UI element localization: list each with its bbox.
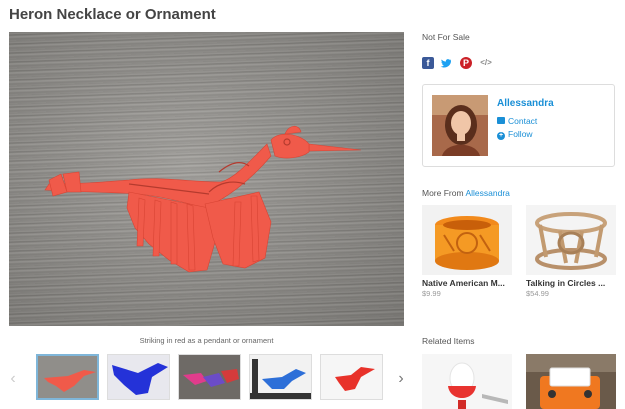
mail-icon: [497, 117, 505, 124]
thumbnail-blue-heron[interactable]: [107, 354, 170, 400]
thumbnail-next-arrow[interactable]: ›: [395, 370, 407, 388]
follow-label: Follow: [508, 129, 533, 139]
page-title: Heron Necklace or Ornament: [9, 6, 216, 23]
thumbnail-image: [38, 356, 97, 398]
related-items-heading: Related Items: [422, 336, 475, 346]
designer-profile-card: Allessandra Contact + Follow: [422, 84, 615, 167]
product-name[interactable]: Native American M...: [422, 278, 512, 288]
facebook-icon[interactable]: f: [422, 57, 434, 69]
sale-status: Not For Sale: [422, 32, 470, 42]
thumbnail-red-heron[interactable]: [36, 354, 99, 400]
related-item-image[interactable]: [526, 354, 616, 409]
heron-illustration: [44, 125, 362, 273]
more-from-heading: More From Allessandra: [422, 188, 510, 198]
product-card[interactable]: Talking in Circles ... $54.99: [526, 205, 616, 298]
avatar-photo: [432, 95, 488, 156]
thumbnail-image: [179, 355, 240, 399]
orange-gadget-image: [526, 354, 616, 409]
orange-ring-image: [422, 205, 512, 275]
pinterest-icon[interactable]: P: [460, 57, 472, 69]
thumbnail-image: [321, 355, 382, 399]
image-caption: Striking in red as a pendant or ornament: [139, 336, 274, 345]
more-from-prefix: More From: [422, 188, 464, 198]
embed-code-icon[interactable]: </>: [480, 57, 492, 69]
contact-link[interactable]: Contact: [497, 116, 537, 126]
product-image[interactable]: [526, 205, 616, 275]
plus-icon: +: [497, 132, 505, 140]
follow-link[interactable]: + Follow: [497, 129, 533, 140]
thumbnail-red-ornament[interactable]: [320, 354, 383, 400]
product-card[interactable]: Native American M... $9.99: [422, 205, 512, 298]
product-name[interactable]: Talking in Circles ...: [526, 278, 616, 288]
thumbnail-prev-arrow[interactable]: ‹: [7, 370, 19, 388]
designer-name[interactable]: Allessandra: [497, 98, 554, 109]
egg-cup-image: [422, 354, 512, 409]
thumbnail-image: [108, 355, 169, 399]
bronze-ring-image: [526, 205, 616, 275]
more-from-designer-link[interactable]: Allessandra: [465, 188, 509, 198]
contact-label: Contact: [508, 116, 538, 126]
product-price: $54.99: [526, 289, 549, 298]
product-image[interactable]: [422, 205, 512, 275]
thumbnail-image: [250, 355, 311, 399]
related-item-image[interactable]: [422, 354, 512, 409]
avatar[interactable]: [432, 95, 488, 156]
product-price: $9.99: [422, 289, 441, 298]
main-product-image[interactable]: [9, 32, 404, 326]
twitter-icon[interactable]: [440, 57, 452, 69]
thumbnail-heron-with-ruler[interactable]: [249, 354, 312, 400]
thumbnail-multicolor-herons[interactable]: [178, 354, 241, 400]
